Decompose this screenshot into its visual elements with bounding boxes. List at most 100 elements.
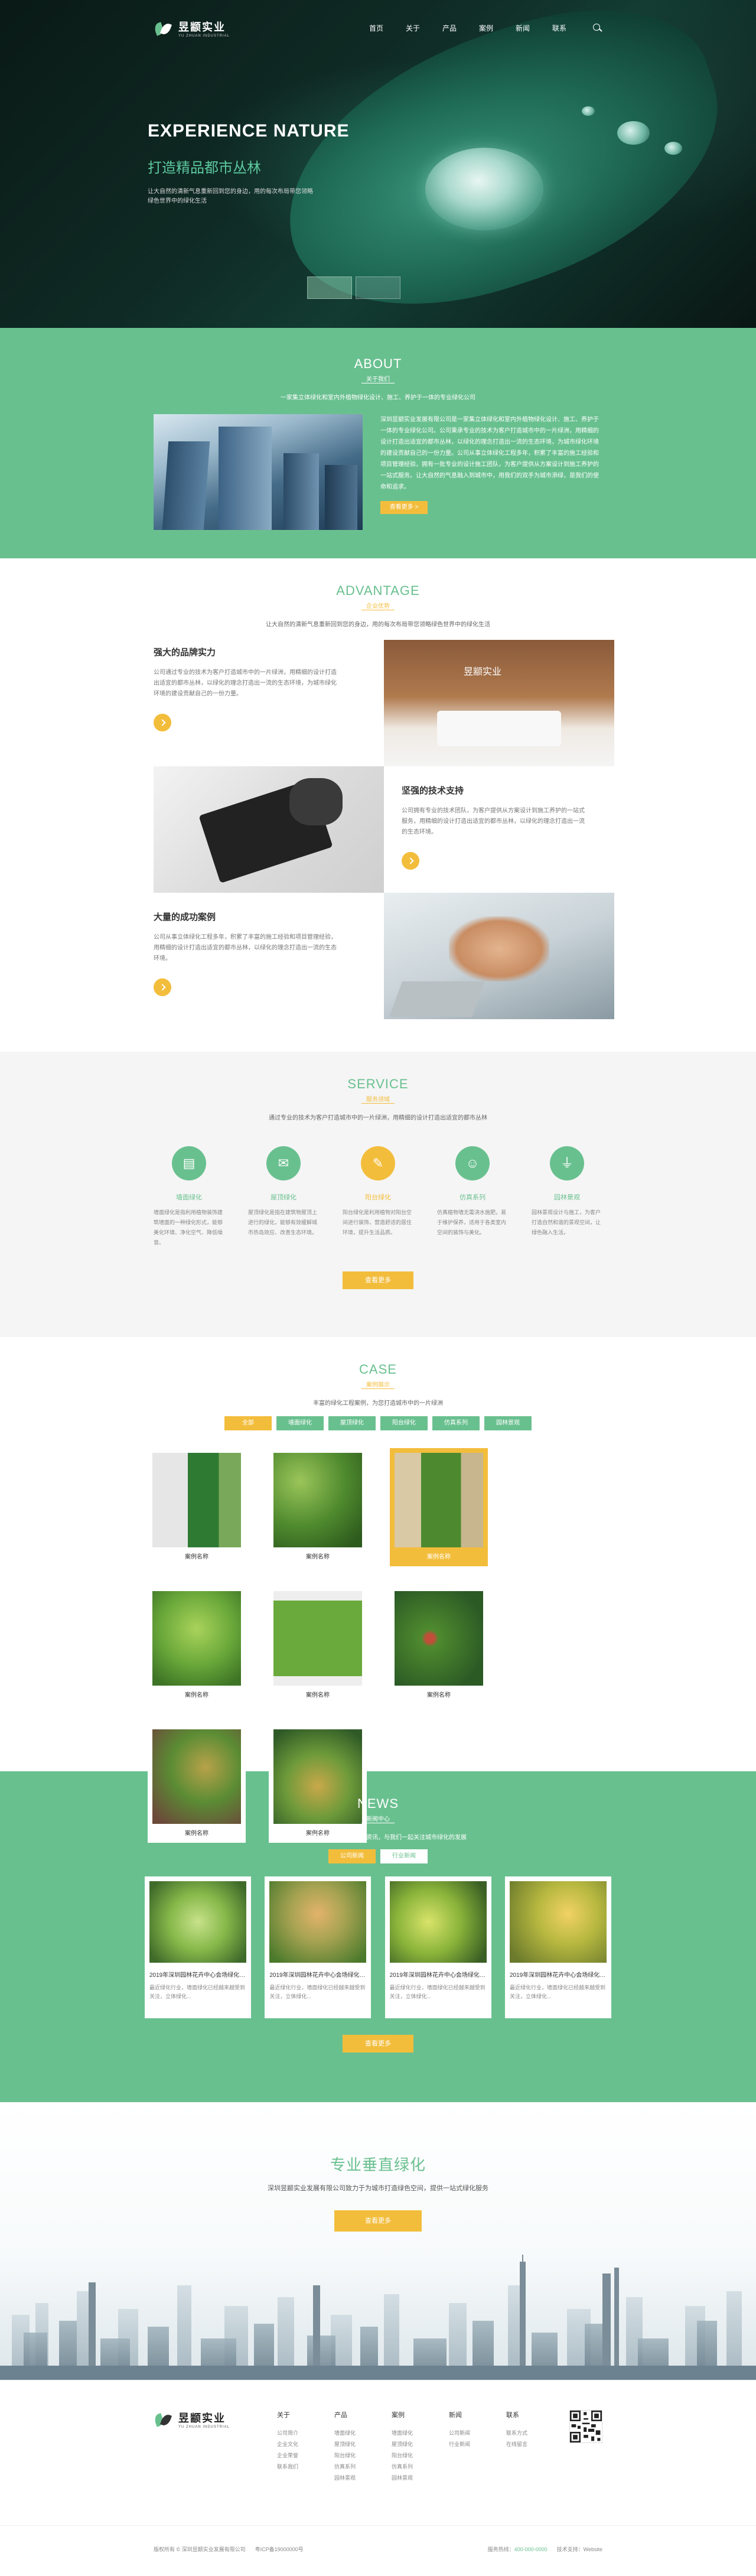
hero-text: 让大自然的清新气息重新回到您的身边，用的每次布局带您领略绿色世界中的绿化生活 — [148, 188, 313, 204]
slider-thumb[interactable] — [307, 277, 352, 299]
nav-item-home[interactable]: 首页 — [358, 23, 395, 33]
footer-link[interactable]: 屋顶绿化 — [334, 2439, 392, 2450]
service-item[interactable]: ☺ 仿真系列 仿真植物墙无需浇水施肥，易于维护保养，适用于各类室内空间的装饰与美… — [437, 1146, 508, 1248]
arrow-right-icon[interactable] — [154, 978, 171, 996]
case-section: CASE 案例展示 丰富的绿化工程案例，为您打造城市中的一片绿洲 全部 墙面绿化… — [0, 1337, 756, 1843]
brand-logo[interactable]: 昱颛实业 YU ZHUAN INDUSTRIAL — [153, 19, 230, 38]
brand-name-en: YU ZHUAN INDUSTRIAL — [178, 2425, 230, 2429]
advantage-item: 大量的成功案例 公司从事立体绿化工程多年，积累了丰富的施工经验和项目管理经验，用… — [154, 893, 384, 1019]
case-item[interactable]: 案例名称 — [148, 1448, 246, 1566]
tech-support-text: 技术支持：Website — [556, 2546, 602, 2552]
advantage-title: 坚强的技术支持 — [402, 786, 464, 796]
service-item[interactable]: ▤ 墙面绿化 墙面绿化是指利用植物装饰建筑墙面的一种绿化形式，能够美化环境、净化… — [154, 1146, 224, 1248]
arrow-right-icon[interactable] — [154, 714, 171, 731]
service-item[interactable]: ✎ 阳台绿化 阳台绿化是利用植物对阳台空间进行装饰，营造舒适的居住环境，提升生活… — [343, 1146, 413, 1248]
footer-link[interactable]: 在线留言 — [506, 2439, 563, 2450]
section-subtitle: 新闻中心 — [361, 1814, 395, 1823]
case-item[interactable]: 案例名称 — [390, 1448, 488, 1566]
case-item[interactable]: 案例名称 — [148, 1586, 246, 1705]
hotline-number: 400-000-0000 — [514, 2546, 548, 2552]
nav-item-products[interactable]: 产品 — [431, 23, 468, 33]
news-card[interactable]: 2019年深圳园林花卉中心会场绿化布置 最近绿化行业，墙面绿化已经越来越受到关注… — [265, 1876, 372, 2018]
top-navigation: 昱颛实业 YU ZHUAN INDUSTRIAL 首页 关于 产品 案例 新闻 … — [0, 0, 756, 56]
advantage-item: 坚强的技术支持 公司拥有专业的技术团队，为客户提供从方案设计到施工养护的一站式服… — [384, 766, 614, 893]
footer-link[interactable]: 墙面绿化 — [392, 2428, 449, 2439]
footer-col-title: 产品 — [334, 2412, 347, 2419]
footer-link[interactable]: 阳台绿化 — [334, 2450, 392, 2461]
section-subtitle: 关于我们 — [361, 374, 395, 383]
about-more-button[interactable]: 查看更多 > — [380, 501, 428, 514]
footer-logo[interactable]: 昱颛实业 YU ZHUAN INDUSTRIAL — [153, 2410, 277, 2429]
news-card[interactable]: 2019年深圳园林花卉中心会场绿化布置 最近绿化行业，墙面绿化已经越来越受到关注… — [145, 1876, 251, 2018]
case-caption: 案例名称 — [427, 1554, 451, 1560]
footer-link[interactable]: 墙面绿化 — [334, 2428, 392, 2439]
news-card[interactable]: 2019年深圳园林花卉中心会场绿化布置 最近绿化行业，墙面绿化已经越来越受到关注… — [384, 1876, 491, 2018]
tab-roof[interactable]: 屋顶绿化 — [328, 1416, 376, 1430]
news-card[interactable]: 2019年深圳园林花卉中心会场绿化布置 最近绿化行业，墙面绿化已经越来越受到关注… — [504, 1876, 611, 2018]
footer-link[interactable]: 园林景观 — [392, 2473, 449, 2484]
news-excerpt: 最近绿化行业，墙面绿化已经越来越受到关注，立体绿化... — [269, 1985, 366, 1999]
user-icon: ☺ — [455, 1146, 490, 1180]
slider-thumbnails — [307, 277, 400, 299]
service-item[interactable]: ⏚ 园林景观 园林景观设计与施工，为客户打造自然和谐的景观空间，让绿色融入生活。 — [532, 1146, 602, 1248]
icp-link[interactable]: 粤ICP备19000000号 — [255, 2526, 304, 2573]
tab-landscape[interactable]: 园林景观 — [484, 1416, 532, 1430]
reception-photo: 昱颛实业 — [384, 640, 614, 766]
footer-col-title: 关于 — [277, 2412, 290, 2419]
case-item[interactable]: 案例名称 — [269, 1586, 367, 1705]
slider-thumb[interactable] — [356, 277, 400, 299]
service-item[interactable]: ✉ 屋顶绿化 屋顶绿化是指在建筑物屋顶上进行的绿化，能够有效缓解城市热岛效应、改… — [248, 1146, 319, 1248]
nav-item-news[interactable]: 新闻 — [504, 23, 541, 33]
arrow-right-icon[interactable] — [402, 852, 419, 870]
footer-link[interactable]: 仿真系列 — [392, 2461, 449, 2473]
news-title: 2019年深圳园林花卉中心会场绿化布置 — [509, 1972, 607, 1979]
footer-link[interactable]: 企业荣誉 — [277, 2450, 334, 2461]
nav-item-cases[interactable]: 案例 — [468, 23, 504, 33]
city-skyline-image — [0, 2255, 756, 2380]
nav-item-about[interactable]: 关于 — [395, 23, 431, 33]
search-icon[interactable] — [593, 23, 602, 33]
news-photo — [509, 1881, 607, 1963]
tab-artificial[interactable]: 仿真系列 — [432, 1416, 480, 1430]
service-more-button[interactable]: 查看更多 — [343, 1271, 413, 1289]
news-title: 2019年深圳园林花卉中心会场绿化布置 — [389, 1972, 487, 1979]
tab-all[interactable]: 全部 — [224, 1416, 272, 1430]
case-item[interactable]: 案例名称 — [269, 1448, 367, 1566]
section-description: 丰富的绿化工程案例，为您打造城市中的一片绿洲 — [313, 1400, 443, 1407]
service-text: 阳台绿化是利用植物对阳台空间进行装饰，营造舒适的居住环境，提升生活品质。 — [343, 1209, 412, 1235]
copyright-text: 版权所有 © 深圳昱颛实业发展有限公司 — [154, 2546, 246, 2552]
service-text: 墙面绿化是指利用植物装饰建筑墙面的一种绿化形式，能够美化环境、净化空气、降低噪音… — [154, 1209, 223, 1245]
advantage-title: 强大的品牌实力 — [154, 648, 216, 658]
footer-link[interactable]: 阳台绿化 — [392, 2450, 449, 2461]
footer-link[interactable]: 行业新闻 — [449, 2439, 506, 2450]
advantage-item: 强大的品牌实力 公司通过专业的技术为客户打造城市中的一片绿洲，用精细的设计打造出… — [154, 640, 384, 766]
tab-balcony[interactable]: 阳台绿化 — [380, 1416, 428, 1430]
footer-link[interactable]: 联系方式 — [506, 2428, 563, 2439]
section-subtitle: 服务领域 — [361, 1094, 395, 1104]
footer-link[interactable]: 园林景观 — [334, 2473, 392, 2484]
case-photo — [273, 1453, 362, 1547]
advantage-title: 大量的成功案例 — [154, 912, 216, 922]
service-text: 仿真植物墙无需浇水施肥，易于维护保养，适用于各类室内空间的装饰与美化。 — [437, 1209, 507, 1235]
case-caption: 案例名称 — [427, 1692, 451, 1699]
footer-link[interactable]: 公司简介 — [277, 2428, 334, 2439]
footer-link[interactable]: 公司新闻 — [449, 2428, 506, 2439]
cta-more-button[interactable]: 查看更多 — [334, 2210, 422, 2232]
news-more-button[interactable]: 查看更多 — [343, 2035, 413, 2053]
service-name: 园林景观 — [554, 1194, 580, 1201]
case-item[interactable]: 案例名称 — [390, 1586, 488, 1705]
nav-item-contact[interactable]: 联系 — [541, 23, 578, 33]
footer-link[interactable]: 企业文化 — [277, 2439, 334, 2450]
tab-industry-news[interactable]: 行业新闻 — [380, 1849, 428, 1863]
site-footer: 昱颛实业 YU ZHUAN INDUSTRIAL 关于 公司简介 企业文化 企业… — [0, 2380, 756, 2552]
service-name: 阳台绿化 — [365, 1194, 391, 1201]
section-description: 一家集立体绿化和室内外植物绿化设计、施工、养护于一体的专业绿化公司 — [281, 395, 475, 401]
tab-company-news[interactable]: 公司新闻 — [328, 1849, 376, 1863]
footer-link[interactable]: 仿真系列 — [334, 2461, 392, 2473]
footer-link[interactable]: 屋顶绿化 — [392, 2439, 449, 2450]
brand-name: 昱颛实业 — [464, 666, 502, 677]
news-photo — [149, 1881, 246, 1963]
footer-link[interactable]: 联系我们 — [277, 2461, 334, 2473]
tab-wall[interactable]: 墙面绿化 — [276, 1416, 324, 1430]
copyright-bar: 版权所有 © 深圳昱颛实业发展有限公司 粤ICP备19000000号 服务热线：… — [0, 2525, 756, 2572]
